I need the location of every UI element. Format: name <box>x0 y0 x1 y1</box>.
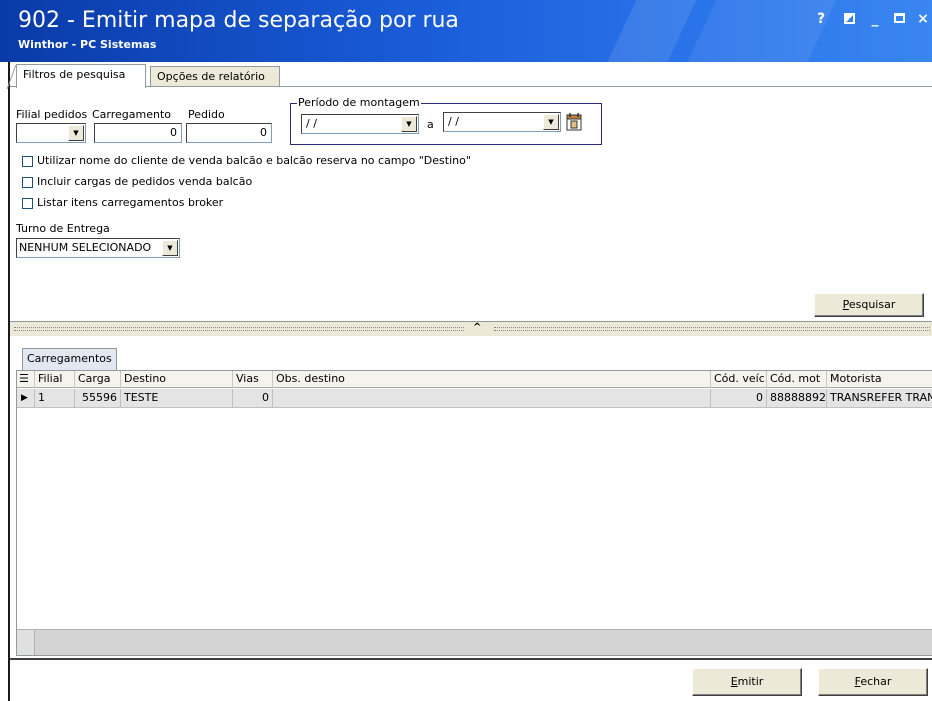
carregamento-label: Carregamento <box>92 108 172 121</box>
emitir-accel: E <box>730 675 738 688</box>
periodo-end-date[interactable]: / / ▼ <box>443 112 561 132</box>
close-button[interactable]: × <box>914 10 932 28</box>
column-header[interactable]: Cód. mot <box>767 371 827 388</box>
turno-value: NENHUM SELECIONADO <box>19 241 152 254</box>
splitter[interactable]: ^ <box>10 322 932 336</box>
pesquisar-button[interactable]: Pesquisar <box>814 293 924 317</box>
checkbox-incluir-cargas[interactable] <box>22 177 33 188</box>
maximize-button[interactable] <box>890 10 908 28</box>
checkbox-nome-cliente-label: Utilizar nome do cliente de venda balcão… <box>37 154 471 167</box>
tab-carregamentos[interactable]: Carregamentos <box>22 348 117 370</box>
tab-opcoes-de-relatorio[interactable]: Opções de relatório <box>150 66 280 88</box>
filial-select[interactable]: ▼ <box>16 123 86 143</box>
cell-destino[interactable]: TESTE <box>121 389 233 408</box>
cell-obs[interactable] <box>273 389 711 408</box>
fechar-button[interactable]: Fechar <box>818 668 928 696</box>
emitir-label: mitir <box>737 675 764 688</box>
restore-button[interactable] <box>840 10 858 28</box>
window-title: 902 - Emitir mapa de separação por rua <box>18 8 459 33</box>
grid-menu-icon[interactable]: ☰ <box>17 371 35 388</box>
minimize-button[interactable]: _ <box>866 10 884 28</box>
periodo-separator: a <box>427 118 434 131</box>
periodo-legend: Período de montagem <box>297 96 421 109</box>
checkbox-nome-cliente[interactable] <box>22 156 33 167</box>
filial-label: Filial pedidos <box>16 108 88 121</box>
fechar-label: echar <box>860 675 892 688</box>
tab-filtros-de-pesquisa[interactable]: Filtros de pesquisa <box>16 64 146 88</box>
divider <box>10 658 932 660</box>
pedido-input[interactable]: 0 <box>186 123 272 143</box>
cell-vias[interactable]: 0 <box>233 389 273 408</box>
splitter-grip <box>14 327 464 331</box>
cell-filial[interactable]: 1 <box>35 389 75 408</box>
turno-label: Turno de Entrega <box>16 222 110 235</box>
help-button[interactable]: ? <box>812 10 830 28</box>
filter-panel: Filial pedidos ▼ Carregamento 0 Pedido 0… <box>10 86 932 322</box>
carregamento-input[interactable]: 0 <box>94 123 182 143</box>
chevron-up-icon[interactable]: ^ <box>473 322 481 333</box>
grid-footer-indicator <box>17 630 35 655</box>
grid-footer <box>17 629 932 655</box>
restore-icon <box>843 13 855 24</box>
cell-carga[interactable]: 55596 <box>75 389 121 408</box>
pedido-label: Pedido <box>188 108 225 121</box>
chevron-down-icon[interactable]: ▼ <box>68 125 84 141</box>
cell-motorista[interactable]: TRANSREFER TRAN <box>827 389 932 408</box>
carregamentos-grid: ☰ Filial Carga Destino Vias Obs. destino… <box>16 370 932 656</box>
window-subtitle: Winthor - PC Sistemas <box>18 38 157 51</box>
chevron-down-icon[interactable]: ▼ <box>543 114 559 130</box>
splitter-grip <box>494 327 930 331</box>
title-bar: 902 - Emitir mapa de separação por rua W… <box>0 0 932 62</box>
checkbox-listar-broker-label: Listar itens carregamentos broker <box>37 196 224 209</box>
window-frame: Filtros de pesquisa Opções de relatório … <box>8 62 932 701</box>
checkbox-incluir-cargas-label: Incluir cargas de pedidos venda balcão <box>37 175 253 188</box>
cell-cod-mot[interactable]: 88888892 <box>767 389 827 408</box>
column-header[interactable]: Filial <box>35 371 75 388</box>
title-bar-decoration <box>599 0 701 62</box>
calendar-icon[interactable] <box>565 112 583 132</box>
pesquisar-label: esquisar <box>848 298 896 311</box>
row-indicator-icon: ▶ <box>17 389 35 408</box>
column-header[interactable]: Vias <box>233 371 273 388</box>
emitir-button[interactable]: Emitir <box>692 668 802 696</box>
column-header[interactable]: Carga <box>75 371 121 388</box>
periodo-start-date[interactable]: / / ▼ <box>301 114 419 134</box>
column-header[interactable]: Motorista <box>827 371 932 388</box>
periodo-end-value: / / <box>448 115 459 128</box>
checkbox-listar-broker[interactable] <box>22 198 33 209</box>
column-header[interactable]: Obs. destino <box>273 371 711 388</box>
column-header[interactable]: Cód. veíc <box>711 371 767 388</box>
turno-select[interactable]: NENHUM SELECIONADO ▼ <box>16 238 180 258</box>
table-row[interactable]: ▶ 1 55596 TESTE 0 0 88888892 TRANSREFER … <box>17 389 932 408</box>
periodo-group: Período de montagem / / ▼ a / / ▼ <box>290 96 602 145</box>
grid-header: ☰ Filial Carga Destino Vias Obs. destino… <box>17 371 932 388</box>
cell-cod-veic[interactable]: 0 <box>711 389 767 408</box>
chevron-down-icon[interactable]: ▼ <box>401 116 417 132</box>
chevron-down-icon[interactable]: ▼ <box>162 240 178 256</box>
maximize-icon <box>893 13 905 23</box>
column-header[interactable]: Destino <box>121 371 233 388</box>
periodo-start-value: / / <box>306 117 317 130</box>
